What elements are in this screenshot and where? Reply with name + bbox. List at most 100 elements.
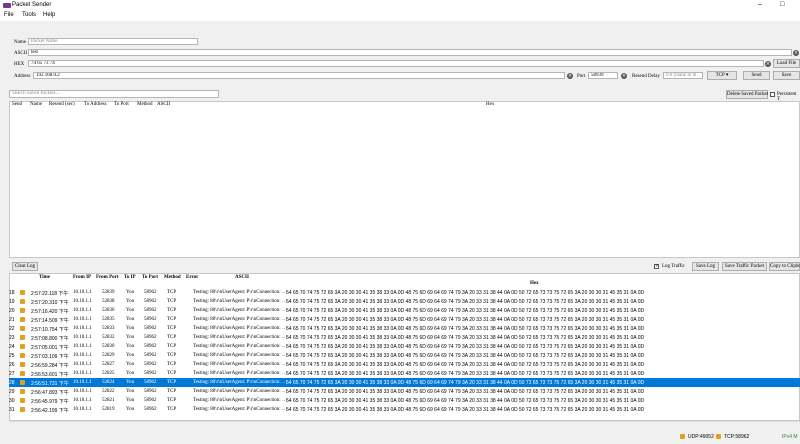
table-row[interactable]: 21 2:57:14.509 下午 10.10.1.1 52835 You 58962 TC… (9, 315, 800, 324)
row-to-port: 58962 (144, 290, 157, 295)
ascii-input[interactable]: test (28, 49, 792, 56)
ipv4-status[interactable]: IPv4 M (782, 434, 798, 440)
col-method[interactable]: Method (164, 275, 181, 280)
row-from-port: 52835 (102, 317, 115, 322)
row-to-ip: You (126, 389, 135, 394)
row-to-ip: You (126, 371, 135, 376)
ascii-clear-icon[interactable]: × (793, 50, 799, 56)
udp-status-icon (680, 434, 685, 439)
row-to-ip: You (126, 398, 135, 403)
save-log-button[interactable]: Save Log (692, 262, 719, 271)
address-clear-icon[interactable]: × (567, 73, 573, 79)
maximize-icon[interactable]: □ (780, 1, 784, 8)
col-name[interactable]: Name (30, 102, 42, 107)
table-row[interactable]: 25 2:57:03.109 下午 10.10.1.1 52829 You 58962 TC… (9, 351, 800, 360)
row-ascii: Testing: 80\r\nUserAgent: P\r\nConnectio… (193, 308, 287, 313)
save-button[interactable]: Save (773, 71, 800, 80)
delete-saved-button[interactable]: Delete Saved Packet (726, 90, 768, 99)
port-input[interactable]: 58939 (588, 72, 618, 79)
col-from-ip[interactable]: From IP (73, 275, 91, 280)
row-time: 2:57:20.310 下午 (31, 300, 69, 306)
table-row[interactable]: 22 2:57:10.754 下午 10.10.1.1 52833 You 58962 TC… (9, 324, 800, 333)
table-row[interactable]: 23 2:57:08.800 下午 10.10.1.1 52832 You 58962 TC… (9, 333, 800, 342)
row-hex: 54 65 70 74 75 72 65 3A 20 30 30 41 35 3… (286, 362, 645, 368)
save-traffic-button[interactable]: Save Traffic Packet (722, 262, 767, 271)
menu-file[interactable]: File (4, 12, 14, 18)
row-number: 26 (9, 362, 15, 368)
port-clear-icon[interactable]: × (621, 73, 627, 79)
row-from-ip: 10.10.1.1 (73, 299, 92, 304)
name-input[interactable]: Packet Name (28, 38, 198, 45)
load-file-button[interactable]: Load File (773, 59, 800, 68)
col-hex[interactable]: Hex (530, 281, 539, 286)
table-row[interactable]: 30 2:56:45.979 下午 10.10.1.1 52821 You 58962 TC… (9, 396, 800, 405)
table-row[interactable]: 24 2:57:05.001 下午 10.10.1.1 52830 You 58962 TC… (9, 342, 800, 351)
menu-bar: File Tools Help (0, 11, 800, 21)
persistent-checkbox[interactable] (770, 92, 775, 97)
row-ascii: Testing: 80\r\nUserAgent: P\r\nConnectio… (193, 398, 287, 403)
packet-icon (20, 290, 25, 295)
col-to-port[interactable]: To Port (114, 102, 129, 107)
row-from-port: 52825 (102, 371, 115, 376)
row-hex: 54 65 70 74 75 72 65 3A 20 30 30 41 35 3… (286, 326, 645, 332)
col-ascii[interactable]: ASCII (157, 102, 170, 107)
hex-clear-icon[interactable]: × (765, 61, 771, 67)
row-ascii: Testing: 80\r\nUserAgent: P\r\nConnectio… (193, 407, 287, 412)
table-row[interactable]: 29 2:56:47.893 下午 10.10.1.1 52822 You 58962 TC… (9, 387, 800, 396)
row-from-port: 52836 (102, 308, 115, 313)
saved-search-input[interactable]: Search Saved Packets... (9, 90, 219, 98)
row-to-ip: You (126, 362, 135, 367)
row-from-port: 52827 (102, 362, 115, 367)
col-from-port[interactable]: From Port (96, 275, 119, 280)
title-bar: Packet Sender – □ (0, 0, 800, 11)
table-row[interactable]: 26 2:56:59.284 下午 10.10.1.1 52827 You 58962 TC… (9, 360, 800, 369)
col-method[interactable]: Method (137, 102, 153, 107)
address-input[interactable]: 192.168.0.2 (33, 72, 565, 79)
tcp-status[interactable]: TCP:58962 (724, 434, 749, 440)
resend-delay-input[interactable]: 0.0 (blank to di (663, 72, 703, 79)
protocol-select[interactable]: TCP ▾ (707, 71, 737, 80)
send-button[interactable]: Send (743, 71, 770, 80)
table-row[interactable]: 20 2:57:16.420 下午 10.10.1.1 52836 You 58962 TC… (9, 306, 800, 315)
row-from-ip: 10.10.1.1 (73, 308, 92, 313)
menu-help[interactable]: Help (43, 12, 55, 18)
col-hex[interactable]: Hex (486, 102, 494, 107)
table-row[interactable]: 31 2:56:42.199 下午 10.10.1.1 52819 You 58962 TC… (9, 405, 800, 414)
packet-icon (20, 371, 25, 376)
saved-packets-table[interactable] (9, 101, 800, 258)
row-method: TCP (167, 317, 177, 322)
packet-icon (20, 407, 25, 412)
row-to-ip: You (126, 299, 135, 304)
col-time[interactable]: Time (39, 275, 50, 280)
row-number: 25 (9, 353, 15, 359)
col-to-port[interactable]: To Port (142, 275, 158, 280)
row-method: TCP (167, 371, 177, 376)
horizontal-scrollbar[interactable] (9, 421, 800, 428)
table-row[interactable]: 19 2:57:20.310 下午 10.10.1.1 52838 You 58962 TC… (9, 297, 800, 306)
col-send[interactable]: Send (12, 102, 22, 107)
row-ascii: Testing: 80\r\nUserAgent: P\r\nConnectio… (193, 344, 287, 349)
clear-log-button[interactable]: Clear Log (12, 262, 38, 271)
table-row[interactable]: 18 2:57:22.118 下午 10.10.1.1 52839 You 58962 TC… (9, 288, 800, 297)
table-row[interactable]: 28 2:56:51.731 下午 10.10.1.1 52824 You 58962 TC… (9, 378, 800, 387)
udp-status[interactable]: UDP:49052 (688, 434, 714, 440)
col-ascii[interactable]: ASCII (235, 275, 249, 280)
row-from-ip: 10.10.1.1 (73, 380, 92, 385)
packet-icon (20, 389, 25, 394)
col-to-address[interactable]: To Address (84, 102, 107, 107)
row-ascii: Testing: 80\r\nUserAgent: P\r\nConnectio… (193, 317, 287, 322)
col-resend[interactable]: Resend (sec) (49, 102, 75, 107)
row-hex: 54 65 70 74 75 72 65 3A 20 30 30 41 35 3… (286, 308, 645, 314)
col-to-ip[interactable]: To IP (124, 275, 136, 280)
menu-tools[interactable]: Tools (22, 12, 36, 18)
row-number: 18 (9, 290, 15, 296)
copy-clipboard-button[interactable]: Copy to Clipbo (769, 262, 800, 271)
log-traffic-checkbox[interactable]: ✓ (654, 263, 659, 269)
table-row[interactable]: 27 2:56:53.601 下午 10.10.1.1 52825 You 58962 TC… (9, 369, 800, 378)
packet-icon (20, 317, 25, 322)
col-error[interactable]: Error (186, 275, 198, 280)
hex-input[interactable]: 74 65 73 74 (28, 60, 764, 67)
minimize-icon[interactable]: – (758, 1, 762, 8)
row-hex: 54 65 70 74 75 72 65 3A 20 30 30 41 35 3… (286, 290, 645, 296)
row-method: TCP (167, 353, 177, 358)
